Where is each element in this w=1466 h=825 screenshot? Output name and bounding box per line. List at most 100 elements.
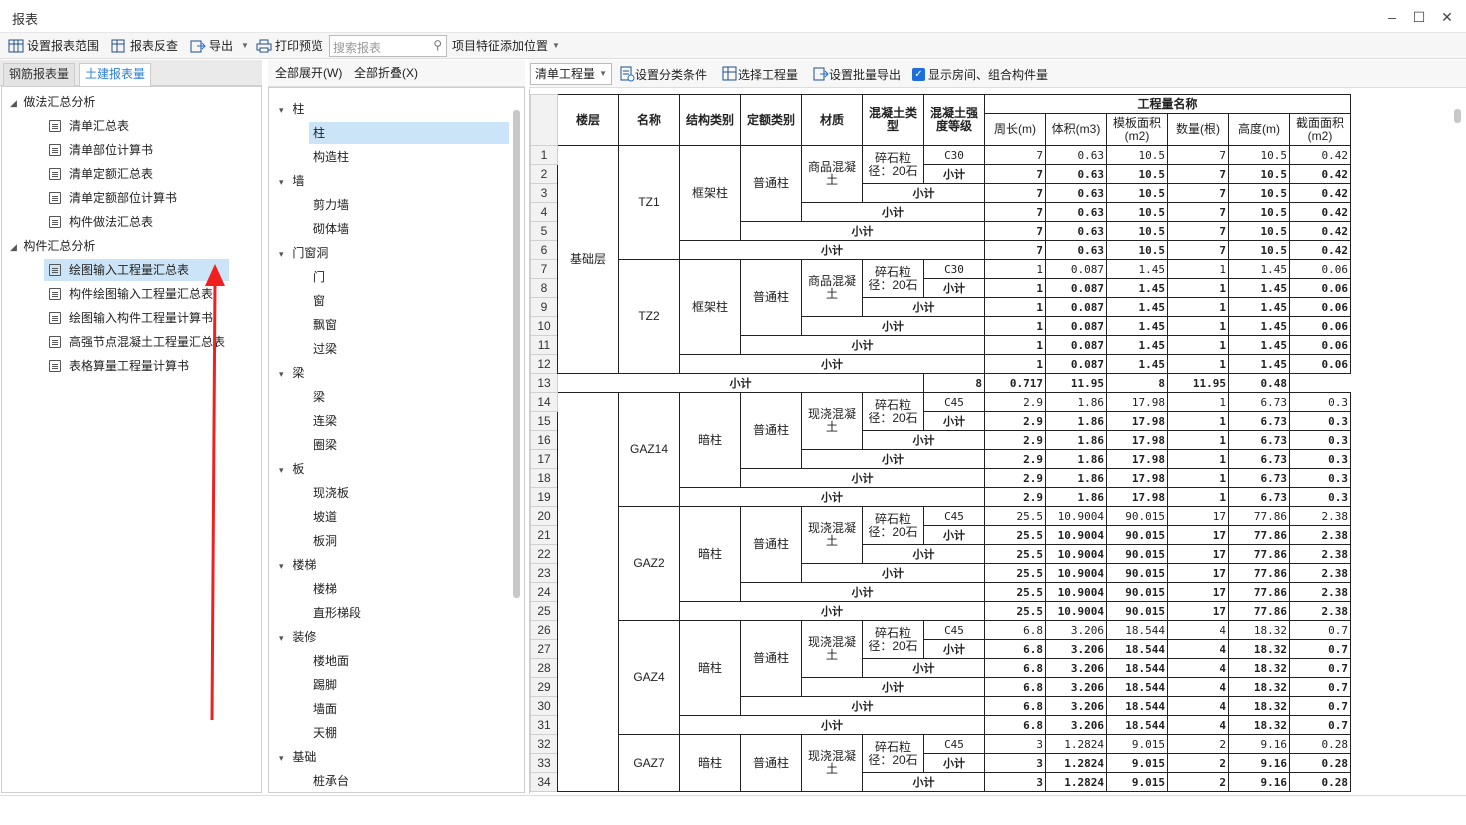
report-item[interactable]: 构件做法汇总表: [44, 211, 193, 233]
table-row[interactable]: 13 小计 8 0.717 11.95 8 11.95 0.48: [530, 373, 1351, 393]
component-item[interactable]: 楼地面: [309, 650, 349, 672]
value-cell: 1.45: [1106, 278, 1168, 298]
tab-civil[interactable]: 土建报表量: [79, 63, 152, 86]
value-cell: 6.8: [984, 715, 1046, 735]
document-icon: [49, 336, 61, 348]
report-item[interactable]: 清单部位计算书: [44, 139, 193, 161]
component-group[interactable]: ▾ 梁: [279, 362, 304, 384]
set-range-button[interactable]: 设置报表范围: [8, 33, 99, 58]
component-item[interactable]: 现浇板: [309, 482, 349, 504]
component-item[interactable]: 坡道: [309, 506, 337, 528]
table-row[interactable]: 14 GAZ14 暗柱 普通柱 现浇混凝土 碎石粒径：20石 C45 2.9 1.86 17.98…: [530, 392, 1351, 792]
value-cell: 1.2824: [1045, 772, 1107, 792]
report-item-label: 构件绘图输入工程量汇总表: [69, 287, 214, 301]
show-rooms-checkbox[interactable]: ✓ 显示房间、组合构件量: [912, 60, 1048, 88]
value-cell: 10.5: [1228, 145, 1290, 165]
table-row[interactable]: 7 TZ2 框架柱 普通柱 商品混凝土 碎石粒径：20石 C30 1 0.087 1.45 1 1.4…: [530, 259, 1351, 374]
print-preview-button[interactable]: 打印预览: [256, 33, 323, 58]
row-number: 20: [530, 506, 558, 526]
report-item-label: 绘图输入工程量汇总表: [69, 263, 190, 277]
component-group[interactable]: ▾ 装修: [279, 626, 316, 648]
search-input[interactable]: 搜索报表 ⚲: [329, 35, 447, 57]
row-number: 10: [530, 316, 558, 336]
close-button[interactable]: ✕: [1435, 6, 1459, 28]
value-cell: 1: [1167, 468, 1229, 488]
value-cell: 2: [1167, 772, 1229, 792]
table-row[interactable]: 20 GAZ2 暗柱 普通柱 现浇混凝土 碎石粒径：20石 C45 25.5 10.9004 90…: [530, 506, 1351, 621]
expand-all-button[interactable]: 全部展开(W): [275, 60, 342, 87]
value-cell: 0.06: [1289, 354, 1351, 374]
tree-group-0[interactable]: ◢ 做法汇总分析: [10, 91, 95, 113]
report-item[interactable]: 高强节点混凝土工程量汇总表: [44, 331, 265, 353]
component-group[interactable]: ▾ 门窗洞: [279, 242, 328, 264]
maximize-button[interactable]: ☐: [1407, 6, 1431, 28]
report-item-label: 绘图输入构件工程量计算书: [69, 311, 214, 325]
component-group[interactable]: ▾ 楼梯: [279, 554, 316, 576]
quantity-type-select[interactable]: 清单工程量 ▼: [530, 63, 612, 85]
subtotal-label: 小计: [923, 164, 985, 184]
value-cell: 0.42: [1289, 145, 1351, 165]
row-number: 28: [530, 658, 558, 678]
checkmark-icon: ✓: [912, 67, 925, 81]
value-cell: 2.38: [1289, 506, 1351, 526]
value-cell: 2.9: [984, 487, 1046, 507]
component-item[interactable]: 天棚: [309, 722, 337, 744]
reverse-check-button[interactable]: 报表反查: [111, 33, 178, 58]
tab-rebar[interactable]: 钢筋报表量: [3, 63, 76, 86]
classify-button[interactable]: 设置分类条件: [619, 60, 707, 88]
component-item[interactable]: 过梁: [309, 338, 337, 360]
component-item[interactable]: 圈梁: [309, 434, 337, 456]
component-group[interactable]: ▾ 墙: [279, 170, 304, 192]
component-item[interactable]: 楼梯: [309, 578, 337, 600]
component-item[interactable]: 构造柱: [309, 146, 349, 168]
component-item[interactable]: 桩承台: [309, 770, 349, 792]
value-cell: 17.98: [1106, 392, 1168, 412]
value-cell: 1: [1167, 430, 1229, 450]
material-cell: 现浇混凝土: [801, 506, 863, 564]
value-cell: 7: [1167, 145, 1229, 165]
component-group-label: 楼梯: [292, 558, 317, 572]
component-item[interactable]: 飘窗: [309, 314, 337, 336]
table-row[interactable]: 26 GAZ4 暗柱 普通柱 现浇混凝土 碎石粒径：20石 C45 6.8 3.206 18.54…: [530, 620, 1351, 735]
table-scrollbar[interactable]: [1454, 109, 1461, 123]
grade-cell: C45: [923, 734, 985, 754]
table-row[interactable]: 1 基础层 TZ1 框架柱 普通柱 商品混凝土 碎石粒径：20石 C30 7 0.63 10.5 7 1…: [530, 145, 1351, 374]
value-cell: 11.95: [1045, 373, 1107, 393]
value-cell: 10.5: [1228, 164, 1290, 184]
component-item[interactable]: 踢脚: [309, 674, 337, 696]
value-cell: 7: [1167, 183, 1229, 203]
component-item[interactable]: 梁: [309, 386, 325, 408]
value-cell: 4: [1167, 658, 1229, 678]
minimize-button[interactable]: –: [1380, 6, 1404, 28]
component-item[interactable]: 墙面: [309, 698, 337, 720]
collapse-all-button[interactable]: 全部折叠(X): [354, 60, 418, 87]
value-cell: 77.86: [1228, 525, 1290, 545]
component-item[interactable]: 板洞: [309, 530, 337, 552]
component-item[interactable]: 砌体墙: [309, 218, 349, 240]
subtotal-label: 小计: [679, 487, 985, 507]
tree-group-1[interactable]: ◢ 构件汇总分析: [10, 235, 95, 257]
value-cell: 1.86: [1045, 430, 1107, 450]
component-item[interactable]: 门: [309, 266, 325, 288]
component-item[interactable]: 柱: [309, 122, 509, 144]
value-cell: 3.206: [1045, 620, 1107, 640]
feature-position-dropdown[interactable]: 项目特征添加位置 ▼: [452, 33, 560, 58]
value-cell: 1.45: [1106, 354, 1168, 374]
mid-scrollbar[interactable]: [513, 110, 520, 598]
report-item[interactable]: 清单汇总表: [44, 115, 169, 137]
component-item[interactable]: 直形梯段: [309, 602, 361, 624]
export-button[interactable]: 导出 ▼: [190, 33, 249, 58]
row-number: 15: [530, 411, 558, 431]
component-group[interactable]: ▾ 基础: [279, 746, 316, 768]
batch-export-button[interactable]: 设置批量导出: [813, 60, 901, 88]
value-cell: 1: [1167, 297, 1229, 317]
component-item[interactable]: 连梁: [309, 410, 337, 432]
choose-quantity-button[interactable]: 选择工程量: [722, 60, 798, 88]
report-item[interactable]: 清单定额部位计算书: [44, 187, 217, 209]
component-group[interactable]: ▾ 板: [279, 458, 304, 480]
report-item[interactable]: 清单定额汇总表: [44, 163, 193, 185]
component-group[interactable]: ▾ 柱: [279, 98, 304, 120]
table-row[interactable]: 32 GAZ7 暗柱 普通柱 现浇混凝土 碎石粒径：20石 C45 3 1.2824 9.015 2…: [530, 734, 1351, 792]
component-item[interactable]: 窗: [309, 290, 325, 312]
component-item[interactable]: 剪力墙: [309, 194, 349, 216]
